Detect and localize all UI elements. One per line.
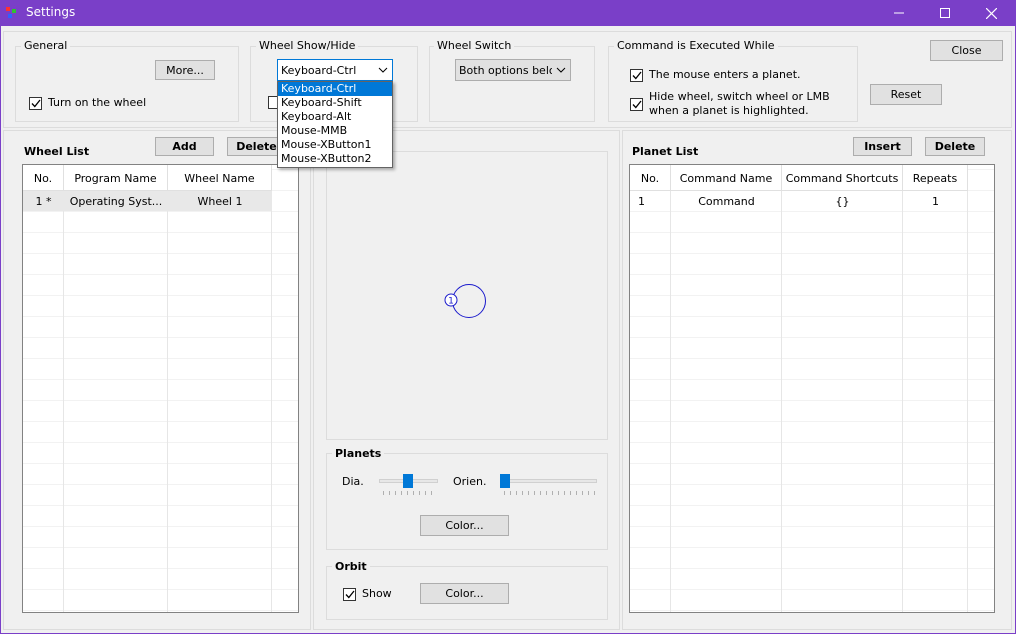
turn-on-wheel-checkbox[interactable] (29, 97, 42, 110)
cell-no: 1 (638, 194, 645, 208)
column-divider (271, 165, 272, 612)
dropdown-option[interactable]: Mouse-XButton1 (278, 138, 392, 152)
orbit-color-button[interactable]: Color... (420, 583, 509, 604)
add-wheel-button[interactable]: Add (155, 137, 214, 156)
diameter-label: Dia. (342, 475, 364, 488)
orbit-show-label: Show (362, 587, 392, 600)
check-icon (632, 100, 642, 109)
diameter-slider[interactable] (379, 473, 439, 495)
column-divider (967, 165, 968, 612)
wheel-preview-svg: 1 (444, 284, 486, 318)
planet-circle[interactable] (452, 284, 486, 318)
cell-command-name: Command (698, 194, 755, 208)
orbit-title: Orbit (332, 560, 370, 573)
maximize-icon (940, 8, 950, 18)
cell-no: 1 * (35, 194, 52, 208)
column-divider (670, 165, 671, 612)
dropdown-option[interactable]: Keyboard-Alt (278, 110, 392, 124)
column-header-command-shortcuts[interactable]: Command Shortcuts (782, 165, 903, 191)
cell-command-shortcuts: {} (835, 194, 850, 208)
planet-list-title: Planet List (632, 145, 699, 158)
maximize-button[interactable] (922, 0, 968, 26)
slider-ticks (383, 491, 435, 495)
wheel-list-header: No. Program Name Wheel Name (23, 165, 272, 191)
column-divider (167, 165, 168, 612)
slider-ticks (504, 491, 596, 495)
cell-program-name: Operating Syst... (69, 194, 163, 208)
close-icon (985, 7, 997, 19)
window-title: Settings (26, 5, 76, 19)
orbit-show-checkbox[interactable] (343, 588, 356, 601)
column-header-no[interactable]: No. (630, 165, 671, 191)
planet-list-table[interactable]: No. Command Name Command Shortcuts Repea… (629, 164, 995, 613)
turn-on-wheel-label: Turn on the wheel (48, 96, 147, 109)
column-divider (63, 165, 64, 612)
planet-number: 1 (448, 297, 454, 307)
chevron-down-icon (556, 67, 566, 73)
wheel-list-table[interactable]: No. Program Name Wheel Name 1 * Operatin… (22, 164, 299, 613)
wheel-switch-group (429, 46, 595, 122)
orientation-slider[interactable] (500, 473, 598, 495)
check-icon (31, 99, 41, 108)
general-group (15, 46, 239, 122)
table-row[interactable]: 1 * Operating Syst... Wheel 1 (23, 191, 272, 211)
wheel-switch-select[interactable]: Both options below (455, 59, 571, 81)
wheel-preview-canvas[interactable]: 1 (326, 151, 608, 440)
planet-list-header: No. Command Name Command Shortcuts Repea… (630, 165, 968, 191)
planets-color-button[interactable]: Color... (420, 515, 509, 536)
column-header-no[interactable]: No. (23, 165, 64, 191)
column-header-wheel-name[interactable]: Wheel Name (168, 165, 272, 191)
slider-track (500, 479, 597, 483)
wheel-list-title: Wheel List (24, 145, 90, 158)
close-window-button[interactable] (968, 0, 1014, 26)
wheel-show-hide-value: Keyboard-Ctrl (281, 63, 357, 77)
dropdown-option[interactable]: Mouse-MMB (278, 124, 392, 138)
chevron-down-icon (378, 67, 388, 73)
check-icon (632, 71, 642, 80)
dropdown-option[interactable]: Keyboard-Ctrl (278, 82, 392, 96)
hide-wheel-lmb-checkbox[interactable] (630, 98, 643, 111)
more-button[interactable]: More... (155, 60, 215, 80)
dropdown-option[interactable]: Keyboard-Shift (278, 96, 392, 110)
hide-wheel-lmb-line1: Hide wheel, switch wheel or LMB (649, 90, 830, 103)
app-icon (6, 7, 18, 19)
column-divider (781, 165, 782, 612)
wheel-show-hide-select[interactable]: Keyboard-Ctrl (277, 59, 393, 81)
column-header-program-name[interactable]: Program Name (64, 165, 168, 191)
mouse-enters-planet-label: The mouse enters a planet. (649, 68, 801, 81)
column-header-command-name[interactable]: Command Name (671, 165, 782, 191)
title-bar[interactable]: Settings (0, 0, 1016, 26)
slider-thumb[interactable] (403, 474, 413, 488)
mouse-enters-planet-checkbox[interactable] (630, 69, 643, 82)
hide-wheel-lmb-line2: when a planet is highlighted. (649, 104, 809, 117)
cell-wheel-name: Wheel 1 (197, 194, 243, 208)
insert-planet-button[interactable]: Insert (853, 137, 912, 156)
general-label: General (21, 39, 71, 52)
orientation-label: Orien. (453, 475, 487, 488)
command-executed-label: Command is Executed While (614, 39, 778, 52)
wheel-show-hide-label: Wheel Show/Hide (256, 39, 359, 52)
wheel-switch-value: Both options below (459, 63, 552, 77)
minimize-button[interactable] (876, 0, 922, 26)
hide-wheel-lmb-label: Hide wheel, switch wheel or LMB when a p… (649, 90, 830, 118)
dropdown-option[interactable]: Mouse-XButton2 (278, 152, 392, 166)
cell-repeats: 1 (932, 194, 939, 208)
table-row[interactable]: 1 Command {} 1 (630, 191, 968, 211)
check-icon (345, 590, 355, 599)
wheel-switch-label: Wheel Switch (434, 39, 515, 52)
column-header-repeats[interactable]: Repeats (903, 165, 968, 191)
planets-title: Planets (332, 447, 385, 460)
reset-button[interactable]: Reset (870, 84, 942, 105)
slider-thumb[interactable] (500, 474, 510, 488)
wheel-show-hide-dropdown[interactable]: Keyboard-Ctrl Keyboard-Shift Keyboard-Al… (277, 81, 393, 168)
column-divider (902, 165, 903, 612)
close-button[interactable]: Close (930, 40, 1003, 61)
minimize-icon (894, 12, 904, 14)
delete-planet-button[interactable]: Delete (925, 137, 985, 156)
